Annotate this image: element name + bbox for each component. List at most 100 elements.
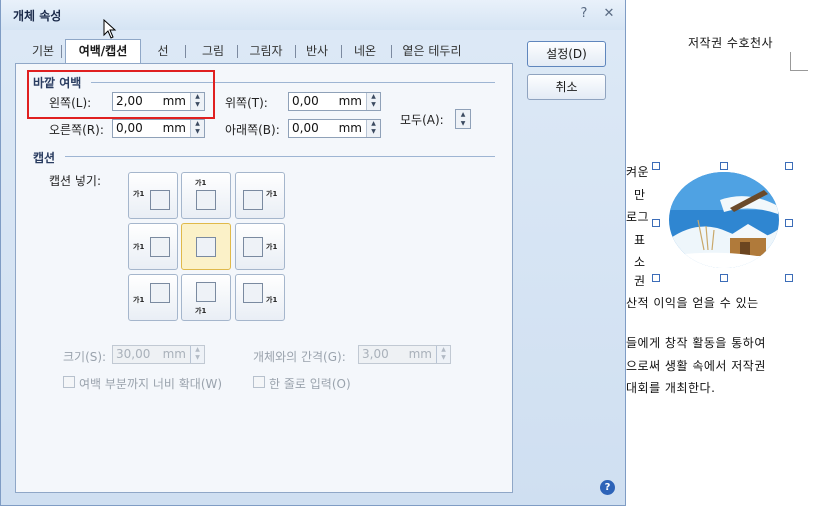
close-icon[interactable]: ✕ (600, 5, 618, 23)
doc-line: 산적 이익을 얻을 수 있는 (626, 296, 759, 310)
tab-margin-caption[interactable]: 여백/캡션 (65, 39, 141, 64)
help-title-icon[interactable]: ? (575, 5, 593, 23)
selection-handle[interactable] (785, 219, 793, 227)
margin-all-spinner[interactable]: ▲ ▼ (455, 109, 471, 129)
caption-none-button[interactable] (181, 223, 231, 270)
doc-side-char: 만 (634, 188, 646, 202)
object-box-icon (243, 237, 263, 257)
down-arrow-icon[interactable]: ▼ (437, 354, 450, 362)
crop-mark (790, 52, 791, 70)
object-box-icon (196, 237, 216, 257)
selection-handle[interactable] (720, 274, 728, 282)
up-arrow-icon[interactable]: ▲ (367, 120, 380, 128)
spin-arrows[interactable]: ▲ ▼ (190, 346, 204, 363)
selection-handle[interactable] (785, 274, 793, 282)
caption-glyph: 가1 (133, 190, 145, 198)
down-arrow-icon[interactable]: ▼ (191, 128, 204, 136)
caption-size-input[interactable]: 30,00 mm ▲ ▼ (112, 345, 205, 364)
object-box-icon (150, 190, 170, 210)
object-box-icon (243, 190, 263, 210)
extend-width-label: 여백 부분까지 너비 확대(W) (79, 377, 223, 391)
up-arrow-icon[interactable]: ▲ (191, 346, 204, 354)
unit-label: mm (408, 347, 432, 361)
ok-button[interactable]: 설정(D) (527, 41, 606, 67)
doc-header: 저작권 수호천사 (688, 36, 774, 50)
doc-line: 으로써 생활 속에서 저작권 (626, 359, 766, 373)
doc-side-char: 켜운 (626, 165, 650, 179)
spin-arrows[interactable]: ▲ ▼ (436, 346, 450, 363)
caption-gap-label: 개체와의 간격(G): (253, 350, 346, 364)
section-divider (65, 156, 495, 157)
tab-line[interactable]: 선 (153, 40, 173, 64)
caption-gap-input[interactable]: 3,00 mm ▲ ▼ (358, 345, 451, 364)
selection-handle[interactable] (652, 274, 660, 282)
caption-gap-value: 3,00 (362, 347, 389, 361)
extend-width-checkbox[interactable] (63, 376, 75, 388)
unit-label: mm (338, 94, 362, 108)
tab-soft-edge[interactable]: 옅은 테두리 (397, 40, 467, 64)
object-box-icon (196, 282, 216, 302)
down-arrow-icon[interactable]: ▼ (367, 101, 380, 109)
object-box-icon (196, 190, 216, 210)
caption-glyph: 가1 (133, 296, 145, 304)
up-arrow-icon[interactable]: ▲ (437, 346, 450, 354)
caption-bottom-right-button[interactable]: 가1 (235, 274, 285, 321)
caption-glyph: 가1 (195, 179, 207, 187)
caption-glyph: 가1 (266, 243, 278, 251)
margin-bottom-label: 아래쪽(B): (225, 123, 280, 137)
caption-top-left-button[interactable]: 가1 (128, 172, 178, 219)
tab-picture[interactable]: 그림 (197, 40, 229, 64)
tab-separator (341, 45, 342, 58)
tab-shadow[interactable]: 그림자 (245, 40, 287, 64)
doc-side-char: 권 (634, 274, 646, 288)
doc-side-char: 로그 (626, 210, 650, 224)
margin-top-label: 위쪽(T): (225, 96, 268, 110)
tab-separator (185, 45, 186, 58)
margin-top-input[interactable]: 0,00 mm ▲ ▼ (288, 92, 381, 111)
spin-arrows[interactable]: ▲ ▼ (366, 93, 380, 110)
up-arrow-icon[interactable]: ▲ (191, 120, 204, 128)
down-arrow-icon[interactable]: ▼ (367, 128, 380, 136)
caption-glyph: 가1 (195, 307, 207, 315)
selection-handle[interactable] (785, 162, 793, 170)
selection-handle[interactable] (652, 219, 660, 227)
caption-right-button[interactable]: 가1 (235, 223, 285, 270)
margin-right-input[interactable]: 0,00 mm ▲ ▼ (112, 119, 205, 138)
down-arrow-icon[interactable]: ▼ (456, 119, 470, 128)
caption-size-value: 30,00 (116, 347, 151, 361)
caption-top-center-button[interactable]: 가1 (181, 172, 231, 219)
object-properties-dialog: 개체 속성 ? ✕ 기본 여백/캡션 선 그림 그림자 반사 네온 옅은 테두리… (0, 0, 626, 506)
single-line-label: 한 줄로 입력(O) (269, 377, 351, 391)
caption-bottom-center-button[interactable]: 가1 (181, 274, 231, 321)
up-arrow-icon[interactable]: ▲ (456, 110, 470, 119)
caption-insert-label: 캡션 넣기: (49, 174, 102, 188)
margin-all-label: 모두(A): (400, 113, 444, 127)
winter-scene-image[interactable] (668, 170, 780, 270)
caption-size-label: 크기(S): (63, 350, 107, 364)
caption-glyph: 가1 (133, 243, 145, 251)
tab-basic[interactable]: 기본 (27, 40, 59, 64)
single-line-checkbox[interactable] (253, 376, 265, 388)
margin-bottom-input[interactable]: 0,00 mm ▲ ▼ (288, 119, 381, 138)
spin-arrows[interactable]: ▲ ▼ (366, 120, 380, 137)
caption-bottom-left-button[interactable]: 가1 (128, 274, 178, 321)
doc-line: 대회를 개최한다. (626, 381, 716, 395)
mouse-cursor-icon (103, 19, 117, 39)
title-bar[interactable]: 개체 속성 ? ✕ (1, 0, 625, 30)
tab-neon[interactable]: 네온 (349, 40, 381, 64)
spin-arrows[interactable]: ▲ ▼ (190, 120, 204, 137)
tab-reflection[interactable]: 반사 (301, 40, 333, 64)
doc-line: 들에게 창작 활동을 통하여 (626, 336, 766, 350)
unit-label: mm (162, 347, 186, 361)
help-icon[interactable]: ? (600, 480, 615, 495)
down-arrow-icon[interactable]: ▼ (191, 354, 204, 362)
selection-handle[interactable] (720, 162, 728, 170)
cancel-button[interactable]: 취소 (527, 74, 606, 100)
margin-bottom-value: 0,00 (292, 121, 319, 135)
up-arrow-icon[interactable]: ▲ (367, 93, 380, 101)
caption-left-button[interactable]: 가1 (128, 223, 178, 270)
margin-right-label: 오른쪽(R): (49, 123, 104, 137)
selection-handle[interactable] (652, 162, 660, 170)
annotation-highlight-box (27, 70, 215, 119)
caption-top-right-button[interactable]: 가1 (235, 172, 285, 219)
